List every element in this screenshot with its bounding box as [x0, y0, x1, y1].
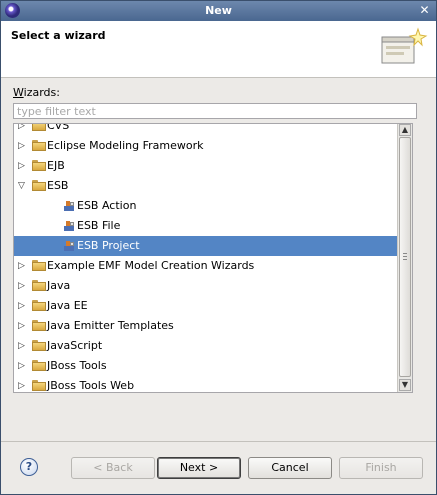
tree-item[interactable]: ▷ CVS — [14, 123, 412, 136]
esb-icon — [62, 240, 76, 252]
tree-item[interactable]: ▽ ESB — [14, 176, 412, 196]
esb-icon — [62, 220, 76, 232]
tree-item[interactable]: ESB Project — [14, 236, 412, 256]
tree-item-label: JBoss Tools Web — [47, 379, 135, 392]
tree-item[interactable]: ▷ JBoss Tools — [14, 356, 412, 376]
back-button[interactable]: < Back — [71, 457, 155, 479]
tree-item[interactable]: ▷ Eclipse Modeling Framework — [14, 136, 412, 156]
scroll-down-icon[interactable]: ▼ — [399, 379, 411, 391]
folder-icon — [32, 340, 46, 352]
tree-item[interactable]: ▷ JBoss Tools Web — [14, 376, 412, 392]
folder-icon — [32, 140, 46, 152]
filter-input[interactable] — [13, 103, 417, 119]
tree-item-label: JBoss Tools — [47, 359, 107, 372]
footer-separator — [1, 441, 436, 442]
wizard-tree[interactable]: ▷ CVS ▷ Eclipse Modeling Framework ▷ EJB ▽ ESB E… — [13, 123, 413, 393]
collapsed-arrow-icon[interactable]: ▷ — [18, 256, 28, 276]
scroll-thumb[interactable] — [399, 137, 411, 377]
new-wizard-dialog: New ✕ Select a wizard Wizards: ▷ CVS ▷ Ecli… — [0, 0, 437, 495]
tree-item-label: ESB Action — [77, 199, 137, 212]
tree-item-label: CVS — [47, 123, 70, 132]
tree-item-label: ESB — [47, 179, 69, 192]
folder-icon — [32, 280, 46, 292]
wizard-banner-icon — [381, 27, 428, 64]
cancel-button[interactable]: Cancel — [248, 457, 332, 479]
tree-item-label: JavaScript — [47, 339, 103, 352]
folder-icon — [32, 124, 46, 132]
tree-item[interactable]: ▷ Java — [14, 276, 412, 296]
window-title: New — [205, 4, 232, 17]
page-title: Select a wizard — [11, 29, 106, 42]
tree-item-label: EJB — [47, 159, 65, 172]
tree-item-label: Java EE — [47, 299, 88, 312]
tree-item[interactable]: ESB File — [14, 216, 412, 236]
collapsed-arrow-icon[interactable]: ▷ — [18, 356, 28, 376]
tree-item-label: Example EMF Model Creation Wizards — [47, 259, 255, 272]
collapsed-arrow-icon[interactable]: ▷ — [18, 156, 28, 176]
tree-item-label: ESB File — [77, 219, 121, 232]
tree-item[interactable]: ▷ EJB — [14, 156, 412, 176]
tree-item[interactable]: ▷ JavaScript — [14, 336, 412, 356]
expanded-arrow-icon[interactable]: ▽ — [18, 176, 28, 196]
folder-icon — [32, 260, 46, 272]
collapsed-arrow-icon[interactable]: ▷ — [18, 296, 28, 316]
collapsed-arrow-icon[interactable]: ▷ — [18, 376, 28, 392]
tree-item[interactable]: ESB Action — [14, 196, 412, 216]
title-bar[interactable]: New ✕ — [1, 1, 436, 21]
folder-icon — [32, 180, 46, 192]
wizard-banner: Select a wizard — [1, 21, 436, 78]
next-button[interactable]: Next > — [157, 457, 241, 479]
finish-button[interactable]: Finish — [339, 457, 423, 479]
folder-icon — [32, 380, 46, 392]
tree-item[interactable]: ▷ Java Emitter Templates — [14, 316, 412, 336]
collapsed-arrow-icon[interactable]: ▷ — [18, 124, 28, 136]
tree-item-label: Java — [47, 279, 71, 292]
folder-icon — [32, 300, 46, 312]
collapsed-arrow-icon[interactable]: ▷ — [18, 276, 28, 296]
tree-item-label: Eclipse Modeling Framework — [47, 139, 204, 152]
folder-icon — [32, 320, 46, 332]
collapsed-arrow-icon[interactable]: ▷ — [18, 316, 28, 336]
tree-item[interactable]: ▷ Java EE — [14, 296, 412, 316]
scroll-up-icon[interactable]: ▲ — [399, 124, 411, 136]
vertical-scrollbar[interactable]: ▲ ▼ — [397, 124, 412, 392]
tree-item[interactable]: ▷ Example EMF Model Creation Wizards — [14, 256, 412, 276]
wizards-label: Wizards: — [13, 86, 60, 99]
folder-icon — [32, 360, 46, 372]
esb-icon — [62, 200, 76, 212]
help-icon[interactable]: ? — [20, 458, 38, 476]
collapsed-arrow-icon[interactable]: ▷ — [18, 136, 28, 156]
tree-item-label: ESB Project — [77, 239, 140, 252]
collapsed-arrow-icon[interactable]: ▷ — [18, 336, 28, 356]
close-icon[interactable]: ✕ — [417, 3, 432, 18]
tree-item-label: Java Emitter Templates — [47, 319, 174, 332]
folder-icon — [32, 160, 46, 172]
